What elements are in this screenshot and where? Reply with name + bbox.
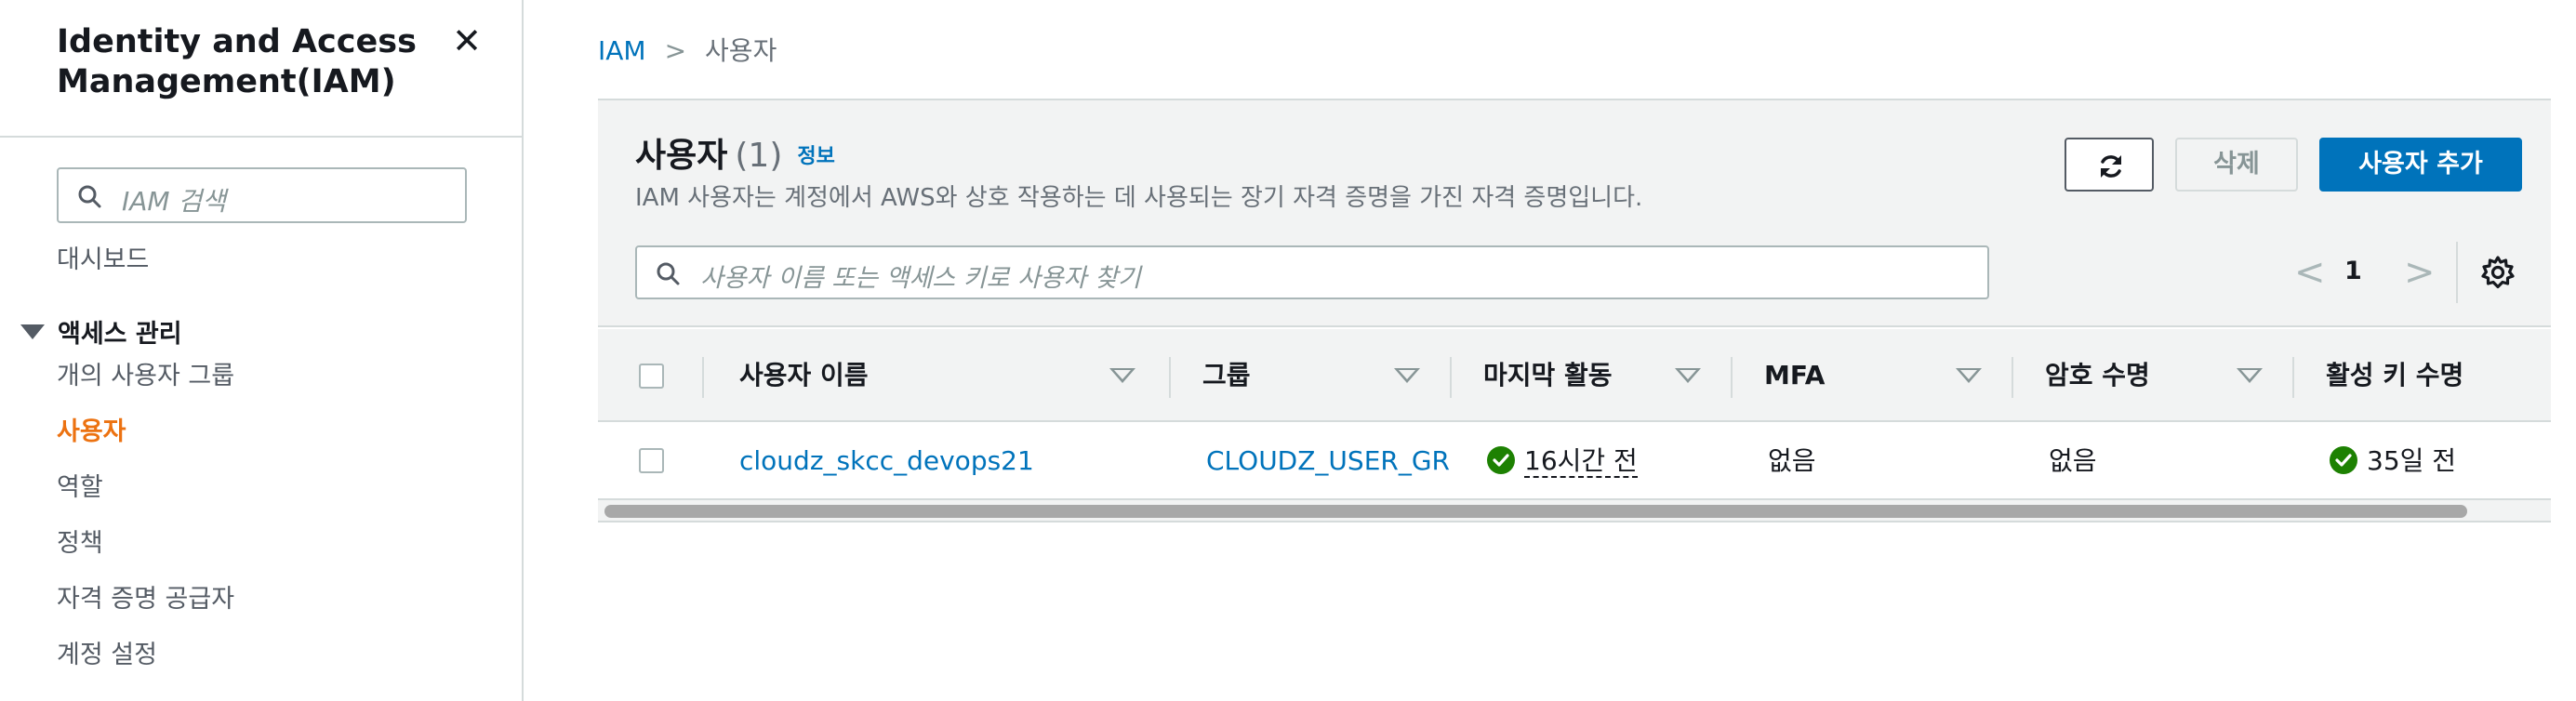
scrollbar-thumb[interactable]: [604, 505, 2467, 518]
sidebar-search-placeholder: IAM 검색: [122, 186, 226, 217]
table-header: 사용자 이름 그룹 마지막 활동 MFA 암호 수명 활성 키 수명: [598, 329, 2551, 422]
refresh-icon: [2101, 155, 2121, 178]
success-check-icon: [1487, 446, 1515, 474]
users-panel: 사용자 (1) 정보 IAM 사용자는 계정에서 AWS와 상호 작용하는 데 사용…: [598, 99, 2551, 522]
sidebar: Identity and Access Management(IAM) ✕ IA…: [0, 0, 524, 701]
sidebar-title: Identity and Access Management(IAM): [57, 23, 417, 100]
breadcrumb-current: 사용자: [705, 35, 777, 66]
select-all-checkbox[interactable]: [639, 364, 664, 389]
sort-icon[interactable]: [1109, 368, 1135, 383]
column-label: 마지막 활동: [1483, 360, 1613, 390]
column-header-group[interactable]: 그룹: [1169, 329, 1450, 422]
column-label: MFA: [1764, 360, 1826, 390]
gear-icon[interactable]: [2480, 255, 2516, 290]
column-label: 그룹: [1202, 360, 1251, 390]
pagination-divider: [2456, 242, 2458, 303]
column-header-last-activity[interactable]: 마지막 활동: [1450, 329, 1731, 422]
sidebar-item-account-settings[interactable]: 계정 설정: [57, 640, 157, 671]
breadcrumb: IAM > 사용자: [598, 35, 777, 67]
column-header-user-name[interactable]: 사용자 이름: [702, 329, 1169, 422]
pagination-current-page[interactable]: 1: [2344, 255, 2362, 288]
column-header-password-age[interactable]: 암호 수명: [2012, 329, 2292, 422]
pagination-prev-button[interactable]: <: [2294, 249, 2326, 296]
column-label: 사용자 이름: [739, 360, 869, 390]
group-link[interactable]: CLOUDZ_USER_GROUP: [1206, 444, 1450, 478]
sidebar-item-identity-providers[interactable]: 자격 증명 공급자: [57, 584, 234, 615]
sidebar-search-input[interactable]: IAM 검색: [57, 167, 467, 223]
sidebar-item-roles[interactable]: 역할: [57, 472, 103, 504]
row-checkbox[interactable]: [639, 448, 664, 473]
sidebar-section-access-management[interactable]: 액세스 관리: [20, 319, 182, 350]
sidebar-item-dashboard[interactable]: 대시보드: [57, 245, 149, 276]
user-search-placeholder: 사용자 이름 또는 액세스 키로 사용자 찾기: [700, 264, 1141, 293]
last-activity-value[interactable]: 16시간 전: [1524, 445, 1638, 478]
column-header-mfa[interactable]: MFA: [1731, 329, 2012, 422]
sort-icon[interactable]: [1394, 368, 1420, 383]
breadcrumb-separator: >: [664, 35, 687, 66]
password-age-cell: 없음: [2049, 445, 2097, 476]
sidebar-item-users[interactable]: 사용자: [57, 417, 126, 448]
page-title-text: 사용자: [635, 137, 728, 175]
sidebar-item-policies[interactable]: 정책: [57, 528, 103, 560]
add-user-button[interactable]: 사용자 추가: [2319, 138, 2522, 192]
sidebar-divider: [0, 136, 522, 138]
sort-icon[interactable]: [2237, 368, 2263, 383]
mfa-cell: 없음: [1768, 445, 1816, 476]
breadcrumb-iam-link[interactable]: IAM: [598, 35, 646, 66]
column-label: 암호 수명: [2045, 360, 2150, 390]
pagination-next-button[interactable]: >: [2404, 249, 2436, 296]
close-icon[interactable]: ✕: [450, 23, 484, 59]
sidebar-section-label: 액세스 관리: [58, 320, 182, 349]
sidebar-item-user-groups[interactable]: 개의 사용자 그룹: [57, 361, 234, 392]
table-row: cloudz_skcc_devops21 CLOUDZ_USER_GROUP 1…: [598, 424, 2551, 498]
column-label: 활성 키 수명: [2326, 360, 2464, 390]
user-count: (1): [735, 137, 783, 175]
info-link[interactable]: 정보: [797, 145, 834, 168]
success-check-icon: [2330, 446, 2357, 474]
sort-icon[interactable]: [1675, 368, 1701, 383]
column-header-active-key-age[interactable]: 활성 키 수명: [2292, 329, 2551, 422]
active-key-age-value: 35일 전: [2367, 445, 2457, 476]
horizontal-scrollbar[interactable]: [598, 498, 2551, 522]
refresh-button[interactable]: [2065, 138, 2154, 192]
delete-button[interactable]: 삭제: [2175, 138, 2298, 192]
search-icon: [657, 262, 680, 285]
page-title: 사용자 (1) 정보: [635, 136, 835, 178]
users-panel-header: 사용자 (1) 정보 IAM 사용자는 계정에서 AWS와 상호 작용하는 데 사용…: [598, 100, 2551, 327]
page-description: IAM 사용자는 계정에서 AWS와 상호 작용하는 데 사용되는 장기 자격 …: [635, 184, 1643, 212]
search-icon: [78, 185, 101, 208]
caret-down-icon: [20, 324, 45, 339]
user-search-input[interactable]: 사용자 이름 또는 액세스 키로 사용자 찾기: [635, 245, 1989, 299]
sort-icon[interactable]: [1956, 368, 1982, 383]
last-activity-cell: 16시간 전: [1487, 444, 1720, 478]
active-key-age-cell: 35일 전: [2330, 444, 2543, 478]
user-name-link[interactable]: cloudz_skcc_devops21: [739, 444, 1149, 478]
